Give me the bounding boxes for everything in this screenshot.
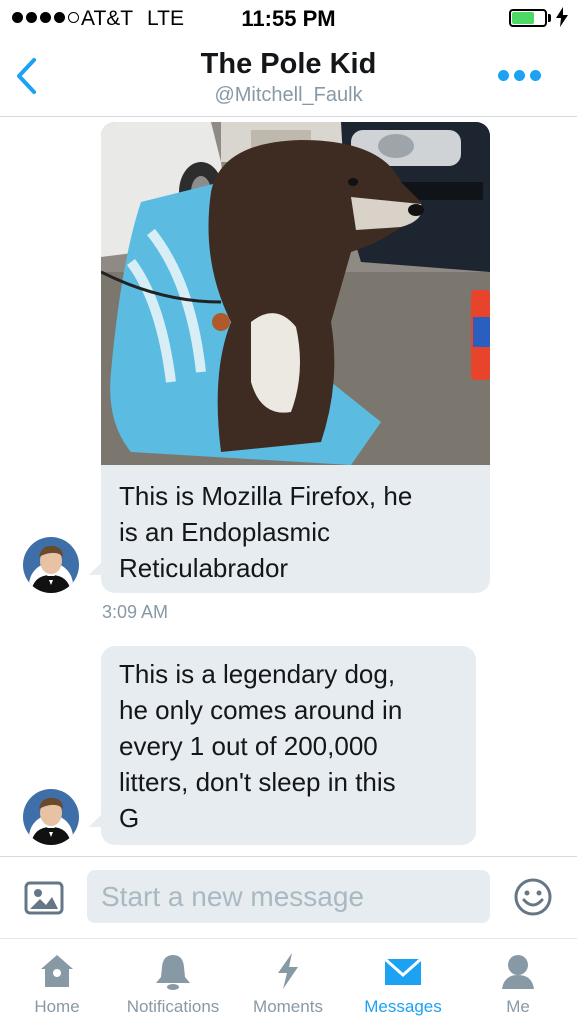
tab-home[interactable]: Home: [18, 939, 96, 1025]
avatar-image: [23, 789, 79, 845]
bubble-tail: [89, 563, 101, 575]
tab-me[interactable]: Me: [484, 939, 552, 1025]
message-input-placeholder: Start a new message: [101, 881, 365, 912]
message-photo-dog[interactable]: [101, 122, 490, 465]
page-title: The Pole Kid: [200, 48, 377, 80]
tab-label: Messages: [364, 997, 442, 1016]
status-bar: AT&T LTE 11:55 PM: [0, 0, 577, 38]
message-input[interactable]: Start a new message: [87, 870, 490, 923]
charging-bolt-icon: [556, 7, 568, 27]
conversation-header: The Pole Kid @Mitchell_Faulk: [0, 38, 577, 117]
message-line: Reticulabrador: [119, 553, 289, 583]
message-line: he only comes around in: [119, 695, 403, 725]
tab-label: Notifications: [126, 997, 220, 1016]
more-dots-icon[interactable]: [498, 70, 541, 81]
bubble-tail: [89, 815, 101, 827]
message-line: This is Mozilla Firefox, he: [119, 481, 413, 511]
message-line: is an Endoplasmic: [119, 517, 330, 547]
message-bubble[interactable]: This is a legendary dog, he only comes a…: [101, 646, 476, 845]
dog-photo-image: [101, 122, 490, 465]
tab-label: Moments: [253, 997, 323, 1016]
message-line: every 1 out of 200,000: [119, 731, 378, 761]
status-time: 11:55 PM: [241, 6, 336, 31]
user-handle: @Mitchell_Faulk: [214, 84, 363, 106]
person-icon: [502, 955, 534, 989]
battery-icon: [509, 9, 547, 27]
message-line: This is a legendary dog,: [119, 659, 396, 689]
message-line: litters, don't sleep in this: [119, 767, 396, 797]
image-icon[interactable]: [24, 881, 64, 915]
lightning-icon: [278, 953, 298, 989]
tab-moments[interactable]: Moments: [244, 939, 332, 1025]
message-timestamp: 3:09 AM: [102, 602, 169, 622]
bell-icon: [156, 955, 190, 990]
envelope-icon: [384, 957, 422, 985]
smiley-icon[interactable]: [513, 877, 553, 917]
avatar[interactable]: [23, 537, 79, 593]
tab-label: Home: [34, 997, 80, 1016]
avatar-image: [23, 537, 79, 593]
home-icon: [41, 955, 73, 987]
message-bubble[interactable]: This is Mozilla Firefox, he is an Endopl…: [101, 465, 490, 593]
tab-bar: Home Notifications Moments Messages Me: [0, 938, 577, 1025]
battery-tip: [548, 14, 551, 22]
tab-label: Me: [506, 997, 530, 1016]
message-line: G: [119, 803, 140, 833]
tab-messages[interactable]: Messages: [356, 939, 450, 1025]
tab-notifications[interactable]: Notifications: [114, 939, 232, 1025]
avatar[interactable]: [23, 789, 79, 845]
message-composer: Start a new message: [0, 856, 577, 939]
